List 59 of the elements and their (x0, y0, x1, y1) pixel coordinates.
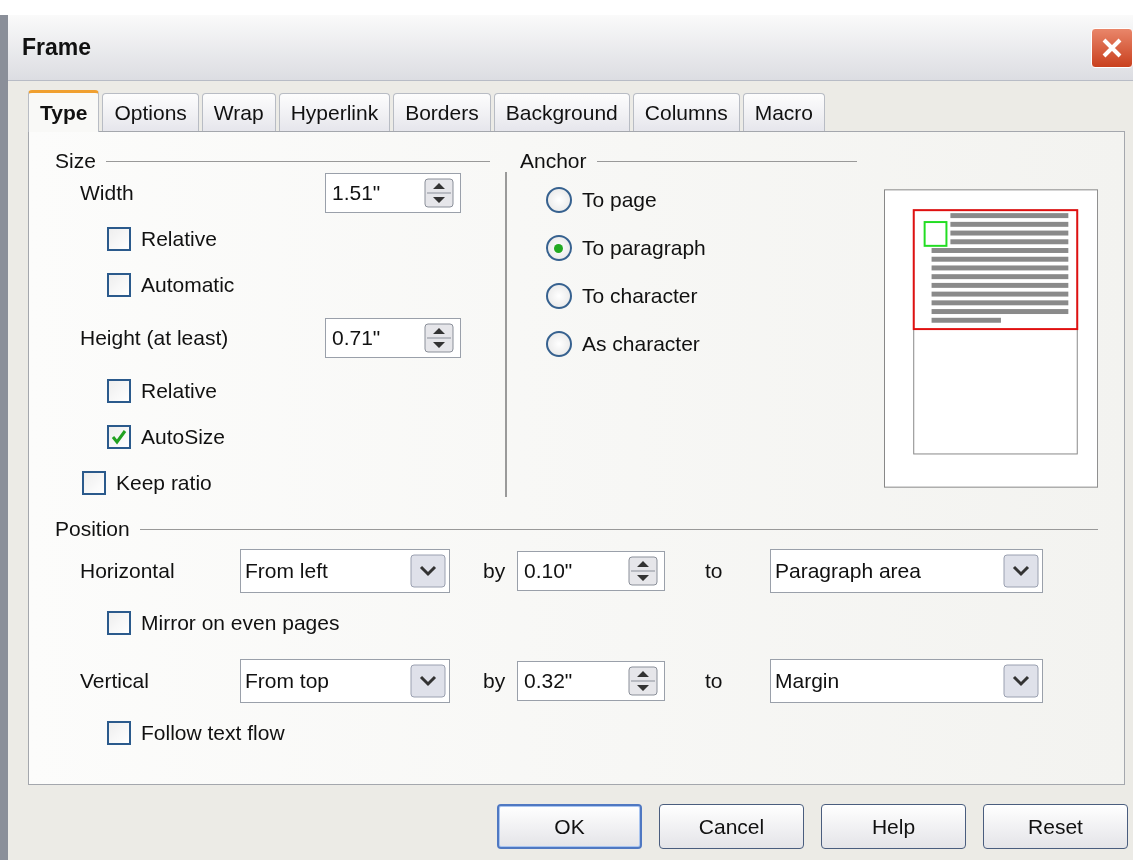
checkbox[interactable] (107, 425, 131, 449)
tab[interactable]: Wrap (201, 93, 276, 131)
dropdown[interactable]: From left (240, 549, 450, 593)
field-label: by (482, 559, 507, 583)
window-title: Frame (22, 34, 92, 61)
checkbox[interactable] (107, 379, 131, 403)
radio-button[interactable] (546, 331, 572, 357)
checkbox-label: Follow text flow (141, 721, 285, 745)
field-label: to (704, 559, 724, 583)
spin-field[interactable]: 0.10" (517, 551, 665, 591)
checkbox[interactable] (107, 721, 131, 745)
field-label: to (704, 669, 724, 693)
field-label: Horizontal (79, 559, 176, 583)
section-heading: Size (55, 149, 96, 173)
radio-label: To paragraph (582, 236, 706, 260)
dropdown[interactable]: Margin (770, 659, 1043, 703)
tab[interactable]: Macro (742, 93, 825, 131)
tab[interactable]: Hyperlink (278, 93, 391, 131)
spin-arrows-icon[interactable] (424, 323, 454, 353)
dialog-button[interactable]: Cancel (659, 804, 804, 849)
radio-label: To character (582, 284, 698, 308)
checkbox-label: Mirror on even pages (141, 611, 340, 635)
spin-arrows-icon[interactable] (628, 666, 658, 696)
tab[interactable]: Borders (393, 93, 491, 131)
field-label: by (482, 669, 507, 693)
dropdown[interactable]: Paragraph area (770, 549, 1043, 593)
tab[interactable]: Background (493, 93, 630, 131)
field-label: Width (79, 181, 135, 205)
section-heading: Anchor (520, 149, 587, 173)
dialog-button[interactable]: Reset (983, 804, 1128, 849)
spin-arrows-icon[interactable] (628, 556, 658, 586)
spin-field[interactable]: 1.51" (325, 173, 461, 213)
spin-field[interactable]: 0.71" (325, 318, 461, 358)
dialog-button[interactable]: Help (821, 804, 966, 849)
checkbox[interactable] (107, 611, 131, 635)
field-label: Vertical (79, 669, 150, 693)
checkbox[interactable] (82, 471, 106, 495)
radio-button[interactable] (546, 187, 572, 213)
tab[interactable]: Columns (632, 93, 740, 131)
checkbox[interactable] (107, 273, 131, 297)
checkbox-label: Relative (141, 227, 217, 251)
dropdown[interactable]: From top (240, 659, 450, 703)
dialog-button[interactable]: OK (497, 804, 642, 849)
field-label: Height (at least) (79, 326, 230, 350)
section-heading: Position (55, 517, 130, 541)
radio-button[interactable] (546, 235, 572, 261)
spin-field[interactable]: 0.32" (517, 661, 665, 701)
radio-button[interactable] (546, 283, 572, 309)
radio-label: As character (582, 332, 700, 356)
close-button[interactable] (1091, 27, 1133, 68)
checkbox-label: Keep ratio (116, 471, 212, 495)
radio-label: To page (582, 188, 657, 212)
checkbox-label: Automatic (141, 273, 235, 297)
tab[interactable]: Type (28, 90, 100, 132)
tab[interactable]: Options (102, 93, 199, 131)
checkbox-label: AutoSize (141, 425, 226, 449)
checkbox[interactable] (107, 227, 131, 251)
spin-arrows-icon[interactable] (424, 178, 454, 208)
checkbox-label: Relative (141, 379, 217, 403)
